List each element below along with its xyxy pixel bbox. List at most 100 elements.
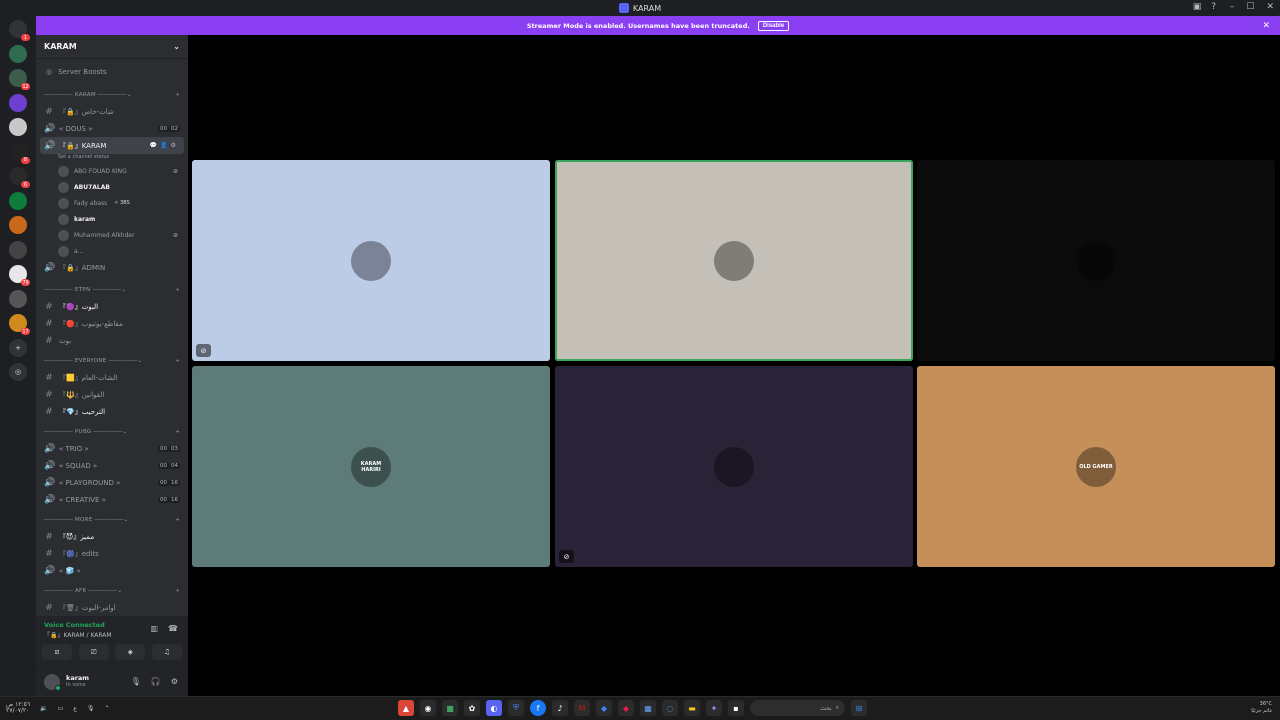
server-icon[interactable] — [9, 93, 27, 112]
category-more[interactable]: ――――― MORE ―――――⌄ + — [36, 512, 188, 528]
microphone-tray-icon[interactable]: 🎙 — [87, 705, 95, 712]
volume-icon[interactable]: 🔉 — [40, 705, 47, 712]
add-channel-icon[interactable]: + — [175, 429, 180, 435]
voice-channel-path[interactable]: 『🔒』KARAM / KARAM — [44, 630, 112, 639]
channel-karam-voice[interactable]: 🔊 『🔒』KARAM 💬 👤 ⚙ — [40, 137, 184, 154]
channel-status[interactable]: Set a channel status — [36, 154, 188, 163]
discord-home-icon[interactable]: 1 — [9, 20, 30, 41]
settings-gear-icon[interactable]: ⚙ — [171, 677, 178, 686]
discord-taskbar-icon[interactable]: ◐ — [486, 700, 502, 716]
store-icon[interactable]: ▦ — [640, 700, 656, 716]
add-channel-icon[interactable]: + — [175, 358, 180, 364]
channel-creative[interactable]: 🔊 « CREATIVE » 00 16 — [36, 491, 188, 508]
category-afk[interactable]: ――――― AFK ―――――⌄ + — [36, 583, 188, 599]
channel-tarheeb[interactable]: # 『💎』الترحيب — [36, 403, 188, 420]
weather-widget[interactable]: 36°C غائم جزئيًا — [1251, 701, 1272, 715]
discover-icon[interactable]: ◎ — [9, 363, 27, 381]
participant-tile[interactable]: ⊘ — [555, 366, 913, 567]
voice-member[interactable]: a... — [36, 243, 188, 259]
voice-member[interactable]: ABU7ALAB — [36, 179, 188, 195]
microphone-icon[interactable]: 🎙 — [131, 677, 141, 686]
chatgpt-icon[interactable]: ✿ — [464, 700, 480, 716]
copilot-icon[interactable]: ✦ — [706, 700, 722, 716]
channel-bot2[interactable]: # بوت — [36, 332, 188, 349]
channel-trio[interactable]: 🔊 « TRIO » 00 03 — [36, 440, 188, 457]
mcafee-icon[interactable]: M — [574, 700, 590, 716]
participant-tile[interactable]: ⊘ — [192, 160, 550, 361]
start-windows-icon[interactable]: ⊞ — [851, 700, 867, 716]
disconnect-icon[interactable]: ☎ — [168, 624, 178, 633]
inbox-icon[interactable]: ▣ — [1193, 2, 1202, 12]
channel-maqate[interactable]: # 『🔴』مقاطع-يوتيوب — [36, 315, 188, 332]
voice-member[interactable]: ABO FOUAD KING ⊘ — [36, 163, 188, 179]
voice-member[interactable]: karam — [36, 211, 188, 227]
chat-icon[interactable]: 💬 — [150, 142, 157, 149]
app-blue-icon[interactable]: ◆ — [596, 700, 612, 716]
server-icon[interactable] — [9, 289, 27, 308]
add-server-icon[interactable]: + — [9, 338, 27, 357]
channel-edits[interactable]: # 『🎆』edits — [36, 545, 188, 562]
server-icon[interactable]: 12 — [9, 69, 30, 90]
participant-tile[interactable] — [555, 160, 913, 361]
channel-shat-amm[interactable]: # 『🟨』الشات-العام — [36, 369, 188, 386]
maximize-icon[interactable]: ☐ — [1246, 2, 1254, 12]
server-karam-icon[interactable] — [9, 44, 27, 63]
category-everyone[interactable]: ――――― EVERYONE ―――――⌄ + — [36, 353, 188, 369]
tiktok-icon[interactable]: ♪ — [552, 700, 568, 716]
channel-qawanin[interactable]: # 『🔱』القوانين — [36, 386, 188, 403]
server-icon[interactable] — [9, 240, 27, 259]
disable-streamer-button[interactable]: Disable — [757, 20, 790, 31]
add-channel-icon[interactable]: + — [175, 287, 180, 293]
channel-admin[interactable]: 🔊 『🔒』ADMIN — [36, 259, 188, 276]
close-banner-icon[interactable]: ✕ — [1262, 21, 1270, 31]
edge-icon[interactable]: ◌ — [662, 700, 678, 716]
channel-albot[interactable]: # 『🟣』البوت — [36, 298, 188, 315]
voice-connected-status[interactable]: Voice Connected — [44, 621, 105, 629]
participant-tile[interactable]: OLD GAMER — [917, 366, 1275, 567]
channel-dous[interactable]: 🔊 « DOUS » 00 02 — [36, 120, 188, 137]
server-boosts-item[interactable]: ◎ Server Boosts — [36, 63, 188, 81]
server-icon[interactable] — [9, 118, 27, 136]
participant-tile[interactable] — [917, 160, 1275, 361]
server-icon[interactable]: 6 — [9, 167, 30, 188]
category-etpn[interactable]: ――――― ETPN ―――――⌄ + — [36, 282, 188, 298]
chrome-icon[interactable]: ◉ — [420, 700, 436, 716]
channel-playground[interactable]: 🔊 « PLAYGROUND » 00 16 — [36, 474, 188, 491]
app-dark-icon[interactable]: ▪ — [728, 700, 744, 716]
language-indicator[interactable]: ع — [73, 705, 77, 712]
add-channel-icon[interactable]: + — [175, 517, 180, 523]
server-icon[interactable]: 17 — [9, 314, 30, 335]
app-red-icon[interactable]: ▲ — [398, 700, 414, 716]
user-name[interactable]: karam — [66, 674, 89, 682]
voice-member[interactable]: Muhammed Alkhder ⊘ — [36, 227, 188, 243]
invite-icon[interactable]: 👤 — [160, 142, 167, 149]
channel-shat-khas[interactable]: # 『🔒』شات-خاص — [36, 103, 188, 120]
facebook-icon[interactable]: f — [530, 700, 546, 716]
network-icon[interactable]: ▭ — [58, 705, 64, 712]
screen-share-button[interactable]: ⎚ — [78, 644, 109, 660]
category-pubg[interactable]: ――――― PUBG ―――――⌄ + — [36, 424, 188, 440]
avatar[interactable] — [44, 674, 61, 691]
taskbar-search[interactable]: بحث ⌕ — [750, 700, 845, 716]
shield-icon[interactable]: ⛨ — [508, 700, 524, 716]
app-green-icon[interactable]: ■ — [442, 700, 458, 716]
help-icon[interactable]: ? — [1211, 2, 1216, 12]
add-channel-icon[interactable]: + — [175, 92, 180, 98]
soundboard-button[interactable]: ♫ — [151, 644, 182, 660]
channel-emoji[interactable]: 🔊 « 🧊 » — [36, 562, 188, 579]
add-channel-icon[interactable]: + — [175, 588, 180, 594]
app-diamond-icon[interactable]: ◆ — [618, 700, 634, 716]
activities-button[interactable]: ◈ — [115, 644, 146, 660]
category-karam[interactable]: ――――― KARAM ―――――⌄ + — [36, 87, 188, 103]
noise-suppression-icon[interactable]: ▥ — [150, 624, 158, 633]
minimize-icon[interactable]: – — [1230, 2, 1235, 12]
file-explorer-icon[interactable]: ▬ — [684, 700, 700, 716]
close-window-icon[interactable]: ✕ — [1266, 2, 1274, 12]
channel-awamer[interactable]: # 『🗑』اوامر-البوت — [36, 599, 188, 616]
participant-tile[interactable]: KARAM HARIRI — [192, 366, 550, 567]
headphones-icon[interactable]: 🎧 — [151, 677, 161, 686]
server-icon[interactable]: 8 — [9, 142, 30, 164]
camera-button[interactable]: ⧄ — [42, 644, 72, 660]
gear-icon[interactable]: ⚙ — [171, 142, 176, 149]
channel-squad[interactable]: 🔊 « SQUAD » 00 04 — [36, 457, 188, 474]
